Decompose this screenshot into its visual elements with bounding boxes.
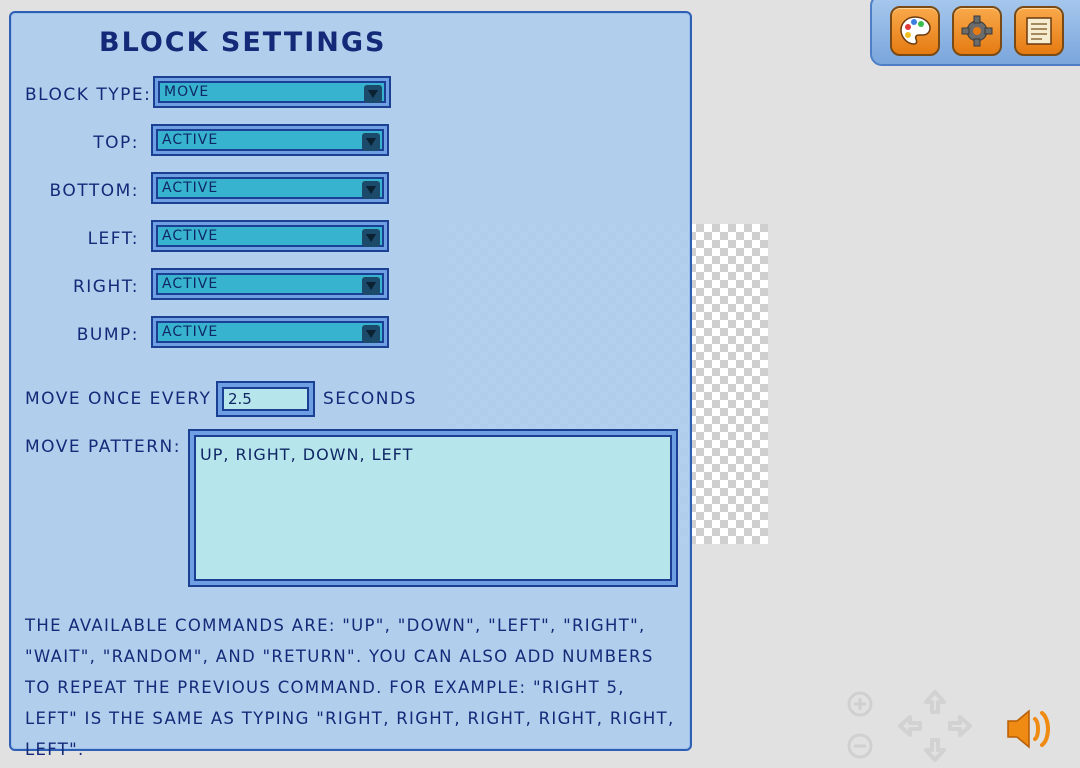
zoom-in-button[interactable] [846,690,874,718]
bottom-select[interactable]: Active [151,172,389,204]
notes-button[interactable] [1014,6,1064,56]
move-interval-field-frame [216,381,315,417]
chevron-down-icon[interactable] [362,325,380,343]
sound-toggle-button[interactable] [1004,704,1056,754]
bump-value: Active [162,324,219,340]
notes-icon [1026,17,1052,45]
bump-label: Bump: [76,325,139,345]
bottom-value: Active [162,180,219,196]
move-interval-input[interactable] [222,387,309,411]
right-label: Right: [72,277,139,297]
move-pattern-label: Move pattern: [25,437,181,457]
block-type-value: Move [164,84,210,100]
left-label: Left: [87,229,139,249]
chevron-down-icon[interactable] [362,181,380,199]
top-label: Top: [93,133,139,153]
right-select[interactable]: Active [151,268,389,300]
left-value: Active [162,228,219,244]
move-pattern-field-frame: up, right, down, left [188,429,678,587]
gear-icon [961,15,993,47]
panel-title: Block Settings [99,27,387,58]
sound-icon [1007,709,1050,749]
bottom-label: Bottom: [49,181,139,201]
chevron-down-icon[interactable] [364,85,382,103]
seconds-label: seconds [323,389,417,409]
settings-button[interactable] [952,6,1002,56]
help-text: The available commands are: "up", "down"… [25,616,675,759]
left-select[interactable]: Active [151,220,389,252]
zoom-out-icon [847,733,873,759]
pan-arrows-icon [898,690,972,762]
top-value: Active [162,132,219,148]
zoom-out-button[interactable] [846,732,874,760]
bump-select[interactable]: Active [151,316,389,348]
top-select[interactable]: Active [151,124,389,156]
block-type-label: Block Type: [25,85,152,105]
block-type-select[interactable]: Move [153,76,391,108]
zoom-in-icon [847,691,873,717]
right-value: Active [162,276,219,292]
move-pattern-textarea[interactable]: up, right, down, left [194,435,672,581]
palette-icon [900,16,931,45]
palette-button[interactable] [890,6,940,56]
chevron-down-icon[interactable] [362,277,380,295]
move-once-every-label: Move once every [25,389,212,409]
block-settings-panel: Block Settings Block Type: Move Top: Act… [9,11,692,759]
chevron-down-icon[interactable] [362,229,380,247]
pan-control[interactable] [894,686,976,766]
top-toolbar [870,0,1080,66]
chevron-down-icon[interactable] [362,133,380,151]
